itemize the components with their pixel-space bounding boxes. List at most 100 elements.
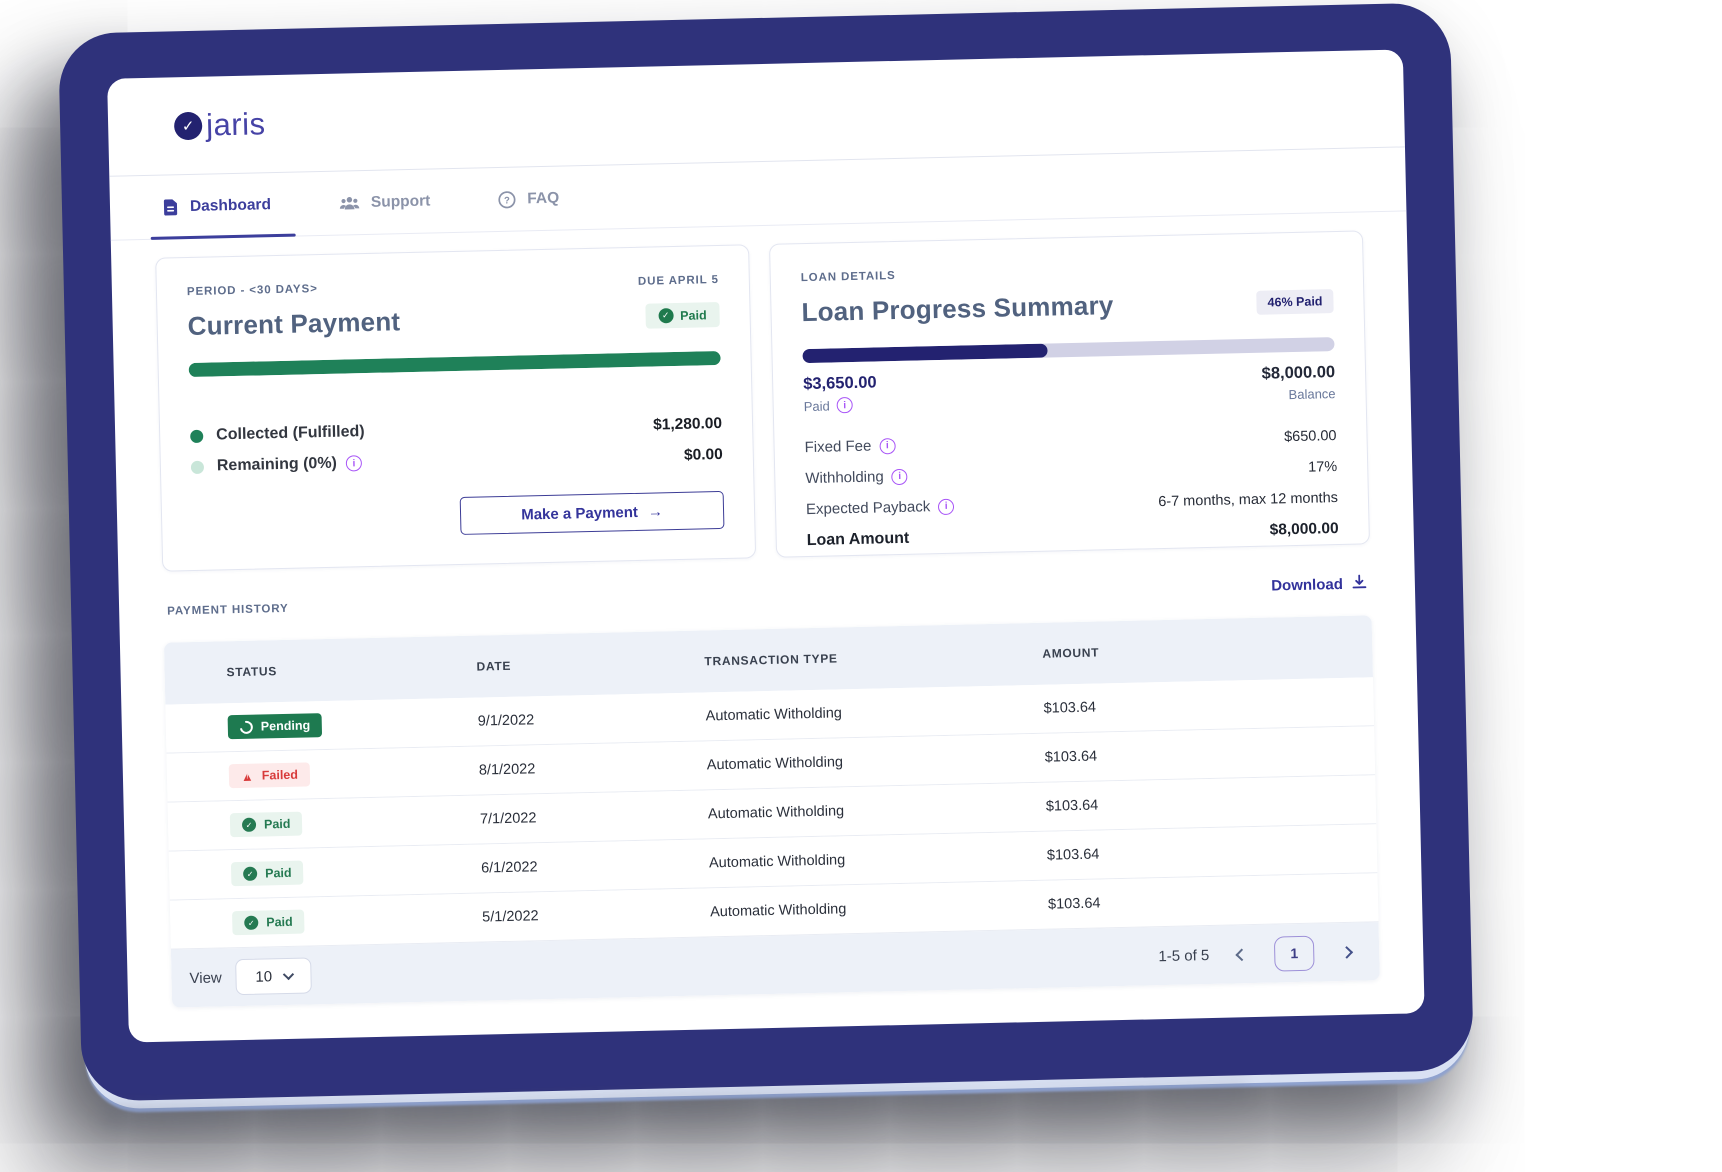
row-label: Loan Amount: [807, 530, 910, 550]
legend-value: $1,280.00: [653, 415, 722, 435]
tablet-device-frame: ✓ jaris Dashboard Support: [58, 2, 1474, 1101]
tab-label: Dashboard: [190, 196, 271, 216]
row-label: Withholding: [805, 468, 884, 487]
make-payment-button[interactable]: Make a Payment →: [460, 491, 725, 535]
info-icon[interactable]: i: [346, 455, 362, 471]
jaris-logo: ✓ jaris: [174, 106, 266, 144]
check-icon: ✓: [242, 818, 256, 832]
amount-cell: $103.64: [1047, 840, 1377, 863]
status-badge-failed: ▲ ! Failed: [229, 762, 311, 788]
document-icon: [162, 198, 179, 216]
legend-row-remaining: Remaining (0%) i $0.00: [191, 446, 723, 476]
pagination-range: 1-5 of 5: [1158, 947, 1209, 965]
balance-label: Balance: [1288, 386, 1335, 402]
paid-amount: $3,650.00: [803, 373, 877, 394]
col-header-status: STATUS: [226, 660, 476, 680]
legend-label: Collected (Fulfilled): [216, 423, 365, 444]
check-icon: ✓: [658, 308, 673, 323]
legend-row-collected: Collected (Fulfilled) $1,280.00: [190, 415, 722, 445]
logo-text: jaris: [206, 106, 266, 143]
status-badge-paid: ✓ Paid: [230, 812, 303, 838]
arrow-right-icon: →: [648, 503, 663, 520]
amount-cell: $103.64: [1048, 889, 1378, 912]
dashboard-content: PERIOD - <30 DAYS> DUE APRIL 5 Current P…: [111, 211, 1424, 1008]
info-icon[interactable]: i: [892, 468, 908, 484]
status-label: Paid: [266, 915, 293, 930]
date-cell: 5/1/2022: [482, 904, 710, 925]
tab-support[interactable]: Support: [332, 169, 437, 234]
warning-icon: ▲ !: [241, 769, 254, 782]
balance-amount: $8,000.00: [1261, 363, 1335, 384]
row-label: Expected Payback: [806, 498, 931, 518]
page-size-value: 10: [255, 968, 272, 985]
status-label: Failed: [262, 768, 298, 783]
date-cell: 9/1/2022: [478, 708, 706, 729]
percent-paid-badge: 46% Paid: [1256, 289, 1333, 315]
status-badge-paid: ✓ Paid: [231, 861, 304, 887]
col-header-type: TRANSACTION TYPE: [704, 647, 1042, 669]
type-cell: Automatic Witholding: [706, 701, 1044, 725]
period-label: PERIOD - <30 DAYS>: [187, 283, 318, 298]
button-label: Make a Payment: [521, 503, 638, 523]
view-label: View: [189, 969, 222, 987]
tab-label: FAQ: [527, 189, 559, 208]
loan-details-label: LOAN DETAILS: [801, 270, 896, 284]
status-badge-pending: Pending: [228, 713, 323, 739]
download-icon: [1352, 574, 1367, 593]
row-value: 6-7 months, max 12 months: [1158, 490, 1338, 510]
page-background: ✓ jaris Dashboard Support: [0, 0, 1722, 1172]
summary-cards: PERIOD - <30 DAYS> DUE APRIL 5 Current P…: [155, 230, 1370, 571]
type-cell: Automatic Witholding: [709, 848, 1047, 872]
loan-details-card: LOAN DETAILS Loan Progress Summary 46% P…: [769, 230, 1370, 557]
badge-label: Paid: [680, 308, 707, 323]
app-window: ✓ jaris Dashboard Support: [107, 49, 1425, 1042]
chevron-down-icon: [282, 969, 293, 980]
amount-cell: $103.64: [1043, 693, 1373, 716]
tab-dashboard[interactable]: Dashboard: [155, 173, 277, 239]
date-cell: 8/1/2022: [479, 757, 707, 778]
payment-legend: Collected (Fulfilled) $1,280.00 Remainin…: [190, 415, 723, 476]
type-cell: Automatic Witholding: [708, 799, 1046, 823]
warning-mark: !: [246, 773, 249, 780]
payment-history-table: STATUS DATE TRANSACTION TYPE AMOUNT Pend…: [164, 615, 1380, 1007]
page-size-select[interactable]: 10: [235, 957, 312, 995]
paid-status-badge: ✓ Paid: [645, 302, 720, 329]
payment-history-section: PAYMENT HISTORY Download STATUS DATE: [163, 574, 1380, 1007]
col-header-date: DATE: [476, 654, 704, 673]
payment-history-label: PAYMENT HISTORY: [167, 602, 289, 617]
type-cell: Automatic Witholding: [707, 750, 1045, 774]
payment-progress-bar: [189, 351, 721, 377]
loan-progress-fill: [802, 344, 1047, 364]
legend-value: $0.00: [684, 446, 723, 465]
users-icon: [339, 195, 360, 211]
svg-text:?: ?: [504, 195, 510, 206]
logo-check-icon: ✓: [174, 111, 203, 140]
paid-label: Paid: [804, 398, 830, 414]
spinner-icon: [237, 718, 255, 736]
col-header-amount: AMOUNT: [1042, 639, 1372, 660]
status-badge-paid: ✓ Paid: [232, 910, 305, 936]
info-icon[interactable]: i: [879, 438, 895, 454]
check-icon: ✓: [243, 867, 257, 881]
amount-cell: $103.64: [1045, 742, 1375, 765]
status-label: Pending: [261, 718, 311, 733]
row-value: 17%: [1308, 459, 1337, 476]
info-icon[interactable]: i: [837, 397, 853, 413]
prev-page-icon[interactable]: [1235, 948, 1248, 961]
row-value: $8,000.00: [1269, 520, 1338, 540]
payment-progress-fill: [189, 351, 721, 377]
download-link[interactable]: Download: [1271, 574, 1367, 595]
remaining-dot-icon: [191, 460, 204, 473]
next-page-icon[interactable]: [1340, 946, 1353, 959]
current-payment-card: PERIOD - <30 DAYS> DUE APRIL 5 Current P…: [155, 244, 756, 571]
loan-progress-bar: [802, 337, 1334, 363]
legend-label: Remaining (0%): [217, 455, 337, 476]
card-title: Loan Progress Summary: [801, 290, 1114, 328]
tab-faq[interactable]: ? FAQ: [492, 166, 566, 231]
row-value: $650.00: [1284, 428, 1337, 445]
loan-detail-rows: Fixed Fee i $650.00 Withholding i: [804, 420, 1339, 557]
tab-label: Support: [371, 192, 431, 211]
page-number-button[interactable]: 1: [1274, 935, 1315, 971]
card-title: Current Payment: [187, 306, 400, 342]
info-icon[interactable]: i: [938, 498, 954, 514]
